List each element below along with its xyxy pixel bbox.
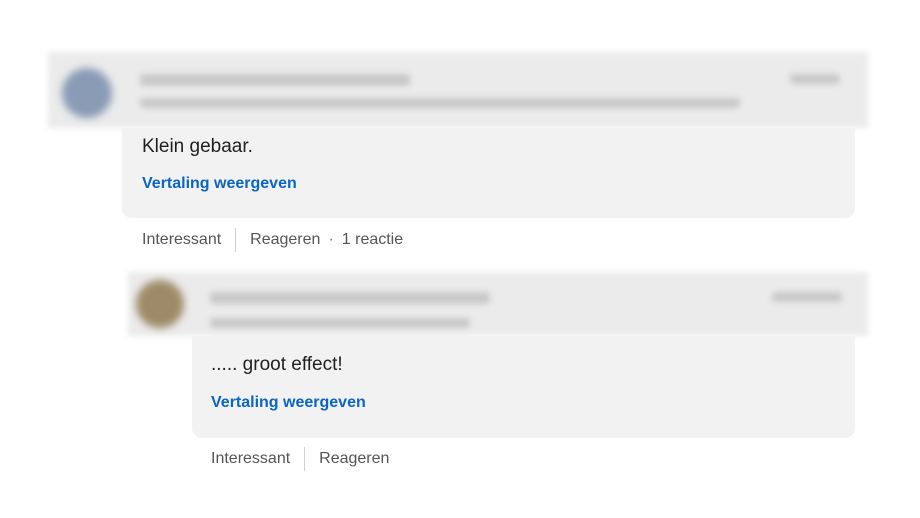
divider — [304, 447, 306, 471]
comment-actions: Interessant Reageren · 1 reactie — [142, 228, 403, 252]
comment-thread: Klein gebaar. Vertaling weergeven Intere… — [0, 0, 920, 518]
comment-actions: Interessant Reageren — [211, 447, 389, 471]
comment-text: Klein gebaar. — [142, 136, 253, 157]
author-name-blurred — [210, 292, 490, 304]
reply-button[interactable]: Reageren — [319, 450, 389, 468]
timestamp-blurred — [772, 292, 842, 302]
divider — [235, 228, 237, 252]
comment-header-blurred — [48, 52, 868, 128]
show-translation-link[interactable]: Vertaling weergeven — [142, 175, 297, 193]
comment-text: ..... groot effect! — [211, 354, 343, 375]
timestamp-blurred — [790, 74, 840, 84]
avatar[interactable] — [62, 68, 112, 118]
reply-button[interactable]: Reageren — [250, 231, 320, 249]
like-button[interactable]: Interessant — [142, 231, 221, 249]
author-headline-blurred — [140, 98, 740, 108]
like-button[interactable]: Interessant — [211, 450, 290, 468]
reply-count-link[interactable]: 1 reactie — [342, 231, 403, 249]
author-name-blurred — [140, 74, 410, 86]
show-translation-link[interactable]: Vertaling weergeven — [211, 394, 366, 412]
comment-bubble — [192, 336, 855, 438]
separator-dot: · — [328, 231, 334, 248]
author-headline-blurred — [210, 318, 470, 328]
avatar[interactable] — [136, 280, 184, 328]
